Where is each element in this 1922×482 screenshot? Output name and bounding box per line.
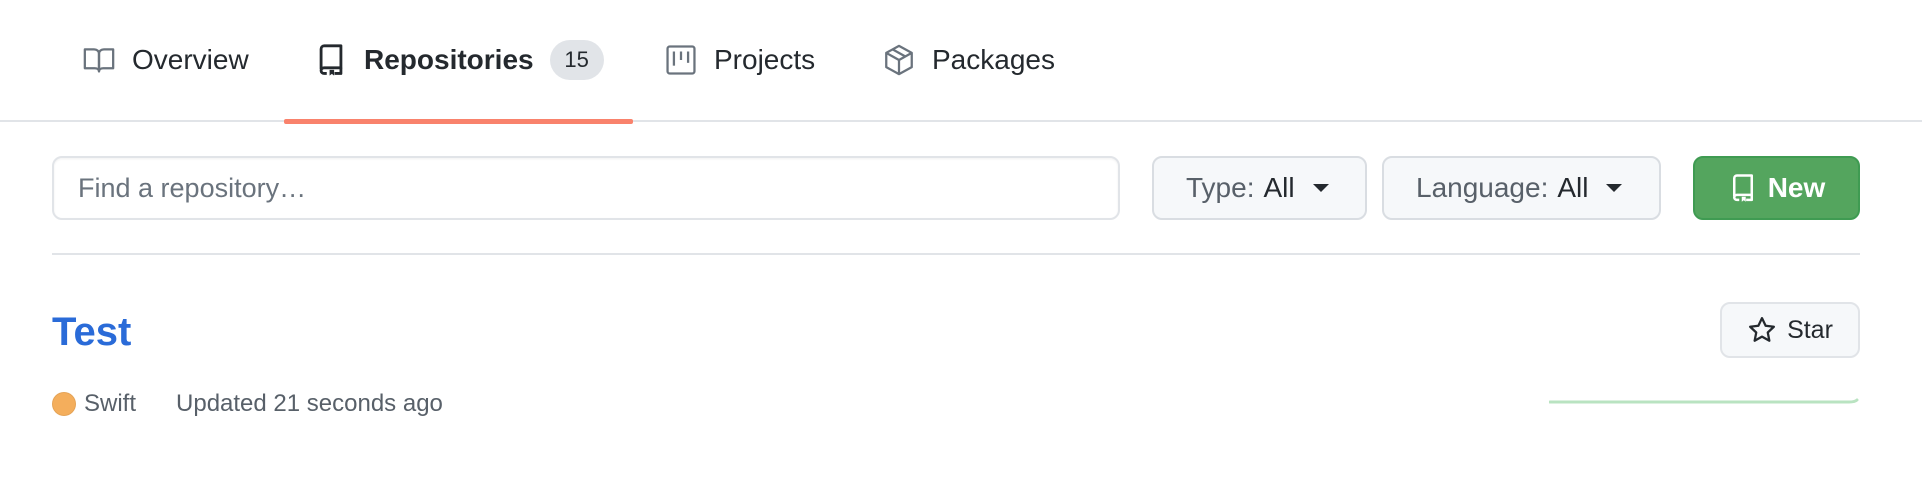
filter-divider bbox=[52, 253, 1860, 255]
book-icon bbox=[82, 43, 116, 77]
repository-search-input[interactable] bbox=[52, 156, 1120, 220]
star-button[interactable]: Star bbox=[1720, 302, 1860, 358]
type-filter-value: All bbox=[1263, 172, 1295, 203]
language-filter-value: All bbox=[1557, 172, 1589, 203]
tab-packages-label: Packages bbox=[932, 44, 1055, 75]
repo-updated-time: Updated 21 seconds ago bbox=[176, 390, 443, 417]
repo-meta: Swift Updated 21 seconds ago bbox=[52, 388, 443, 420]
star-icon bbox=[1749, 317, 1776, 342]
repo-language: Swift bbox=[84, 390, 137, 417]
tab-repositories-label: Repositories bbox=[364, 44, 534, 75]
type-filter-label: Type: bbox=[1186, 172, 1255, 203]
caret-down-icon bbox=[1312, 184, 1329, 192]
tab-projects-label: Projects bbox=[714, 44, 816, 75]
tab-overview[interactable]: Overview bbox=[82, 0, 249, 122]
star-button-label: Star bbox=[1787, 315, 1833, 344]
repo-name-link[interactable]: Test bbox=[52, 306, 131, 358]
repositories-count-badge: 15 bbox=[549, 40, 604, 80]
tab-packages[interactable]: Packages bbox=[882, 0, 1055, 122]
new-repository-button[interactable]: New bbox=[1693, 156, 1860, 220]
tab-overview-label: Overview bbox=[132, 44, 249, 75]
profile-tabnav: Overview Repositories 15 Projects Packag… bbox=[0, 0, 1922, 124]
repo-icon bbox=[1732, 174, 1753, 202]
language-filter-select[interactable]: Language: All bbox=[1382, 156, 1661, 220]
caret-down-icon bbox=[1606, 184, 1623, 192]
repo-icon bbox=[314, 43, 348, 77]
language-color-dot bbox=[52, 392, 76, 416]
tab-repositories[interactable]: Repositories 15 bbox=[284, 0, 633, 124]
language-filter-label: Language: bbox=[1416, 172, 1549, 203]
tab-projects[interactable]: Projects bbox=[664, 0, 815, 122]
project-icon bbox=[664, 43, 698, 77]
activity-sparkline bbox=[1549, 398, 1859, 404]
type-filter-select[interactable]: Type: All bbox=[1152, 156, 1367, 220]
package-icon bbox=[882, 43, 916, 77]
new-button-label: New bbox=[1767, 172, 1826, 203]
